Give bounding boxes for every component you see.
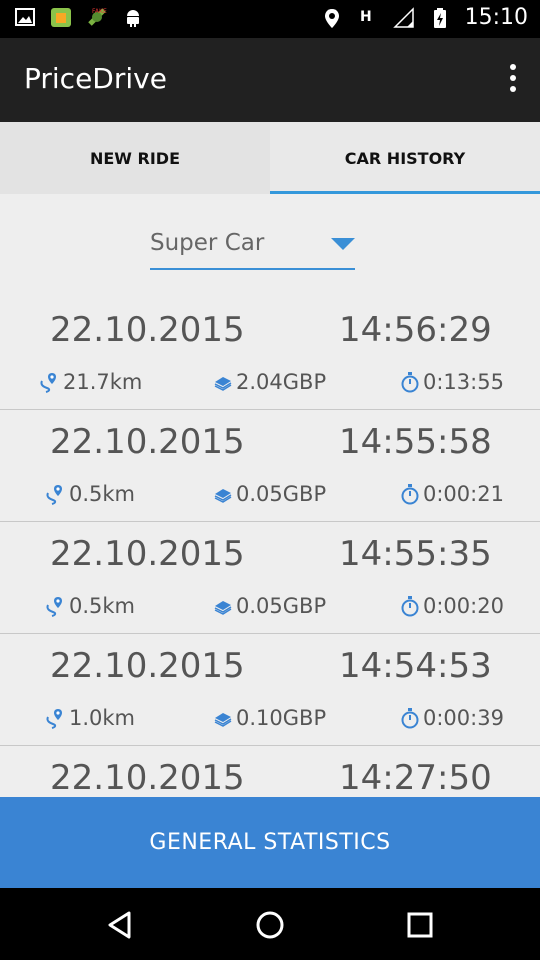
system-navigation-bar — [0, 888, 540, 960]
duration-value: 0:13:55 — [423, 370, 504, 394]
ride-date: 22.10.2015 — [50, 646, 245, 686]
ride-duration: 0:13:55 — [400, 370, 504, 394]
money-icon — [214, 601, 232, 615]
ride-row[interactable]: 22.10.2015 14:27:50 — [0, 746, 540, 798]
route-pin-icon — [46, 709, 62, 729]
ride-distance: 0.5km — [44, 482, 135, 506]
route-pin-icon — [40, 373, 56, 393]
ride-row[interactable]: 22.10.2015 14:55:35 0.5km 0.05GBP 0:00:2… — [0, 522, 540, 634]
back-icon[interactable] — [103, 908, 137, 942]
tab-car-history[interactable]: CAR HISTORY — [270, 122, 540, 194]
ride-cost: 0.05GBP — [213, 594, 326, 618]
money-icon — [214, 377, 232, 391]
money-icon — [214, 489, 232, 503]
general-statistics-label: GENERAL STATISTICS — [149, 830, 391, 855]
ride-cost: 2.04GBP — [213, 370, 326, 394]
ride-date: 22.10.2015 — [50, 534, 245, 574]
ride-distance: 1.0km — [44, 706, 135, 730]
ride-time: 14:55:58 — [339, 422, 492, 462]
distance-value: 1.0km — [69, 706, 136, 730]
app-bar: PriceDrive — [0, 38, 540, 122]
duration-value: 0:00:39 — [423, 706, 504, 730]
fake-gps-icon: FAKE — [88, 8, 107, 26]
ride-history-list[interactable]: 22.10.2015 14:56:29 21.7km 2.04GBP 0:13:… — [0, 298, 540, 798]
ride-duration: 0:00:20 — [400, 594, 504, 618]
status-bar: FAKE H 15:10 — [0, 0, 540, 38]
tab-label: NEW RIDE — [89, 148, 181, 168]
ride-row[interactable]: 22.10.2015 14:54:53 1.0km 0.10GBP 0:00:3… — [0, 634, 540, 746]
tab-bar: NEW RIDE CAR HISTORY — [0, 122, 540, 194]
overflow-menu-icon[interactable] — [508, 64, 518, 96]
duration-value: 0:00:20 — [423, 594, 504, 618]
app-icon — [51, 8, 71, 27]
ride-distance: 21.7km — [38, 370, 142, 394]
route-pin-icon — [46, 485, 62, 505]
dropdown-arrow-icon — [331, 238, 355, 250]
stopwatch-icon — [401, 708, 419, 729]
status-clock: 15:10 — [464, 5, 528, 30]
ride-time: 14:54:53 — [339, 646, 492, 686]
cost-value: 0.05GBP — [236, 482, 327, 506]
tab-label: CAR HISTORY — [344, 148, 466, 168]
route-pin-icon — [46, 597, 62, 617]
duration-value: 0:00:21 — [423, 482, 504, 506]
ride-date: 22.10.2015 — [50, 758, 245, 798]
ride-time: 14:55:35 — [339, 534, 492, 574]
ride-date: 22.10.2015 — [50, 422, 245, 462]
distance-value: 21.7km — [63, 370, 143, 394]
app-title: PriceDrive — [24, 62, 167, 95]
ride-duration: 0:00:21 — [400, 482, 504, 506]
location-icon — [324, 8, 339, 28]
ride-distance: 0.5km — [44, 594, 135, 618]
stopwatch-icon — [401, 484, 419, 505]
ride-row[interactable]: 22.10.2015 14:56:29 21.7km 2.04GBP 0:13:… — [0, 298, 540, 410]
general-statistics-button[interactable]: GENERAL STATISTICS — [0, 797, 540, 888]
money-icon — [214, 713, 232, 727]
distance-value: 0.5km — [69, 594, 136, 618]
ride-time: 14:27:50 — [339, 758, 492, 798]
h-network-icon: H — [360, 9, 372, 25]
recents-icon[interactable] — [403, 908, 437, 942]
tab-new-ride[interactable]: NEW RIDE — [0, 122, 270, 194]
ride-duration: 0:00:39 — [400, 706, 504, 730]
ride-cost: 0.10GBP — [213, 706, 326, 730]
car-selector-value: Super Car — [150, 230, 265, 256]
stopwatch-icon — [401, 372, 419, 393]
ride-row[interactable]: 22.10.2015 14:55:58 0.5km 0.05GBP 0:00:2… — [0, 410, 540, 522]
svg-text:H: H — [360, 9, 372, 25]
home-icon[interactable] — [253, 908, 287, 942]
cost-value: 0.05GBP — [236, 594, 327, 618]
cost-value: 2.04GBP — [236, 370, 327, 394]
ride-cost: 0.05GBP — [213, 482, 326, 506]
car-selector-dropdown[interactable]: Super Car — [150, 226, 355, 270]
stopwatch-icon — [401, 596, 419, 617]
svg-text:FAKE: FAKE — [92, 8, 107, 15]
battery-charging-icon — [433, 7, 446, 28]
signal-icon — [392, 6, 414, 28]
ride-time: 14:56:29 — [339, 310, 492, 350]
ride-date: 22.10.2015 — [50, 310, 245, 350]
android-icon — [127, 10, 139, 27]
gallery-icon — [15, 8, 35, 26]
cost-value: 0.10GBP — [236, 706, 327, 730]
distance-value: 0.5km — [69, 482, 136, 506]
